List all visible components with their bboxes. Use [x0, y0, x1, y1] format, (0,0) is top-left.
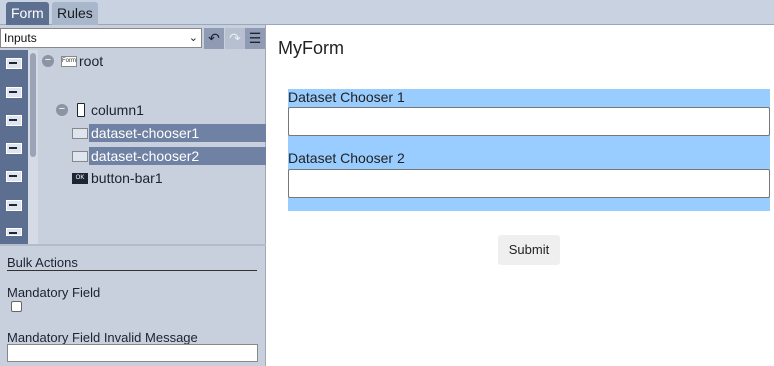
bulk-actions-title: Bulk Actions	[7, 255, 78, 270]
submit-button[interactable]: Submit	[498, 235, 560, 265]
tree-node-root[interactable]: − Form root	[42, 52, 122, 70]
palette-scroll-thumb[interactable]	[30, 53, 36, 157]
form-preview: MyForm Dataset Chooser 1 Dataset Chooser…	[267, 25, 774, 366]
form-tree: − Form root − column1 dataset-chooser1 d…	[38, 50, 266, 244]
collapse-icon[interactable]: −	[56, 104, 68, 116]
form-icon: Form	[61, 56, 77, 67]
section-divider	[7, 270, 257, 271]
tree-node-label: column1	[91, 102, 144, 118]
invalid-message-label: Mandatory Field Invalid Message	[7, 330, 198, 345]
form-title: MyForm	[278, 38, 344, 58]
column-icon	[77, 103, 85, 117]
tree-node-dataset-chooser1[interactable]: dataset-chooser1	[72, 124, 266, 142]
chevron-down-icon: ⌄	[188, 32, 198, 44]
redo-icon[interactable]: ↷	[225, 28, 245, 49]
tab-form[interactable]: Form	[6, 2, 49, 25]
dataset-chooser-1-input[interactable]	[288, 107, 770, 136]
tab-bar: Form Rules	[0, 0, 774, 25]
tree-node-label: dataset-chooser2	[89, 147, 266, 165]
tab-rules[interactable]: Rules	[52, 2, 98, 25]
mandatory-field-label: Mandatory Field	[7, 285, 101, 300]
select-icon[interactable]	[6, 200, 22, 211]
component-palette	[0, 50, 28, 244]
component-category-select[interactable]: Inputs ⌄	[0, 28, 202, 48]
collapse-icon[interactable]: −	[42, 55, 54, 67]
input-icon[interactable]	[6, 87, 22, 98]
menu-icon[interactable]: ☰	[245, 28, 265, 49]
button-icon[interactable]	[6, 228, 22, 236]
select-value: Inputs	[4, 31, 37, 45]
input-icon[interactable]	[6, 58, 22, 69]
dataset-chooser-1-label: Dataset Chooser 1	[288, 89, 405, 105]
dataset-chooser-icon[interactable]	[6, 115, 22, 126]
dataset-chooser-2-label: Dataset Chooser 2	[288, 150, 405, 166]
mandatory-field-checkbox[interactable]	[11, 301, 22, 312]
tree-node-column[interactable]: − column1	[56, 101, 166, 119]
invalid-message-input[interactable]	[7, 344, 258, 362]
tree-node-label: root	[79, 53, 104, 69]
textarea-icon[interactable]	[6, 143, 22, 154]
undo-icon[interactable]: ↶	[204, 28, 224, 49]
left-panel: Inputs ⌄ ↶ ↷ ☰ − Form root − column1 dat…	[0, 25, 266, 366]
panel-divider[interactable]	[0, 244, 266, 246]
dataset-chooser-icon	[72, 151, 88, 162]
tree-node-label: dataset-chooser1	[89, 124, 266, 142]
tree-node-label: button-bar1	[91, 170, 163, 186]
tree-node-button-bar1[interactable]: OK button-bar1	[72, 169, 202, 187]
dropdown-icon[interactable]	[6, 171, 22, 182]
button-bar-icon: OK	[72, 173, 88, 184]
panel-toolbar: Inputs ⌄ ↶ ↷ ☰	[0, 27, 266, 49]
dataset-chooser-2-input[interactable]	[288, 169, 770, 198]
tree-node-dataset-chooser2[interactable]: dataset-chooser2	[72, 147, 266, 165]
dataset-chooser-icon	[72, 128, 88, 139]
